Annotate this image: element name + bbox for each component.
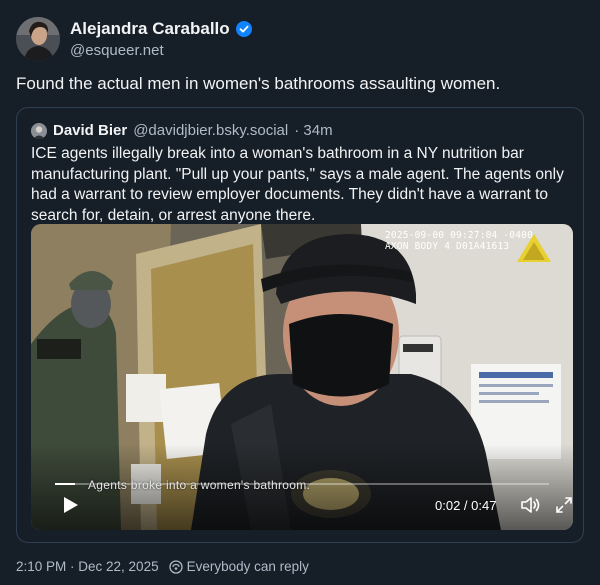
quote-author-name[interactable]: David Bier (53, 122, 127, 139)
quote-header: David Bier @davidjbier.bsky.social · 34m (31, 122, 333, 139)
fullscreen-icon[interactable] (555, 496, 573, 514)
quoted-post[interactable]: David Bier @davidjbier.bsky.social · 34m… (16, 107, 584, 543)
bodycam-overlay: 2025-09-00 09:27:04 -0400 AXON BODY 4 D0… (385, 230, 533, 252)
post-timestamp[interactable]: 2:10 PM · Dec 22, 2025 (16, 559, 159, 574)
video-caption: Agents broke into a women's bathroom. (88, 478, 311, 492)
post-text: Found the actual men in women's bathroom… (16, 74, 501, 93)
quote-author-handle[interactable]: @davidjbier.bsky.social (133, 122, 288, 139)
post-header: Alejandra Caraballo @esqueer.net (16, 16, 252, 62)
video-player[interactable]: 2025-09-00 09:27:04 -0400 AXON BODY 4 D0… (31, 224, 573, 530)
quote-text: ICE agents illegally break into a woman'… (31, 145, 564, 224)
quote-time-ago: · 34m (294, 122, 333, 139)
play-icon[interactable] (59, 494, 81, 516)
reply-setting-label[interactable]: Everybody can reply (187, 559, 309, 574)
reply-settings-icon (168, 559, 183, 574)
verified-badge-icon[interactable] (235, 21, 252, 37)
author-handle[interactable]: @esqueer.net (70, 42, 252, 59)
video-time: 0:02 / 0:47 (435, 498, 497, 513)
bodycam-timestamp: 2025-09-00 09:27:04 -0400 (385, 230, 533, 241)
volume-icon[interactable] (519, 494, 541, 516)
quote-author-avatar[interactable] (31, 122, 47, 139)
post-card: Alejandra Caraballo @esqueer.net Found t… (0, 0, 600, 585)
author-avatar[interactable] (16, 17, 60, 61)
author-display-name[interactable]: Alejandra Caraballo (70, 19, 230, 39)
video-progress-fill (55, 483, 75, 485)
bodycam-device-id: AXON BODY 4 D01A41613 (385, 241, 510, 252)
post-footer: 2:10 PM · Dec 22, 2025 Everybody can rep… (16, 559, 309, 574)
